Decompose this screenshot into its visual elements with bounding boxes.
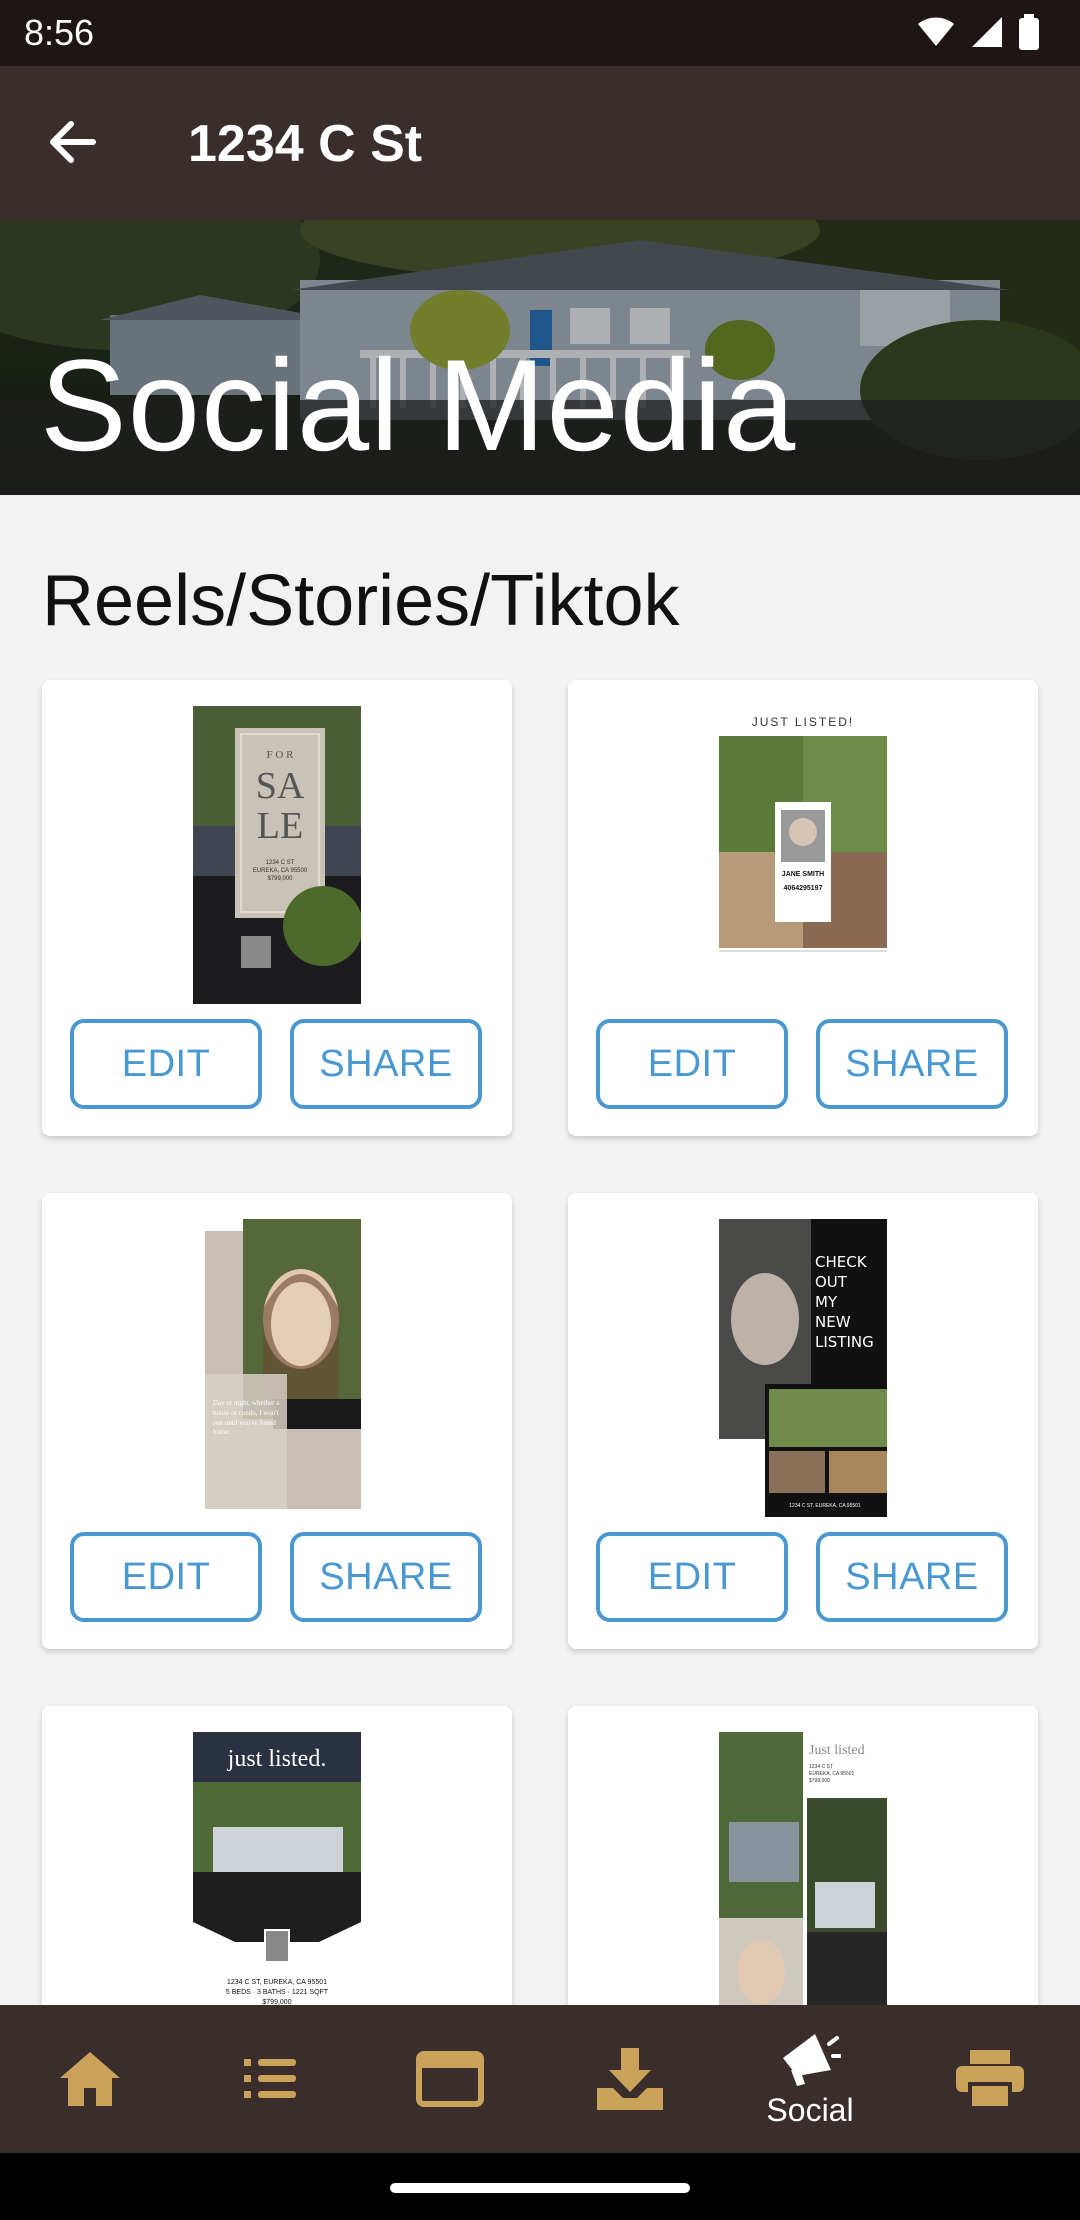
- thumb-quote: Day or night, whether a house or condo, …: [213, 1399, 280, 1437]
- template-thumbnail[interactable]: F O R SA LE 1234 C ST EUREKA, CA 95500 $…: [193, 706, 361, 1004]
- thumb-header: Just listed: [809, 1743, 865, 1758]
- thumb-sa: SA: [256, 765, 305, 807]
- battery-icon: [1019, 14, 1039, 50]
- thumb-city: EUREKA, CA 95501: [809, 1771, 855, 1777]
- template-thumbnail[interactable]: just listed. 1234 C ST, EUREKA, CA 95501…: [193, 1732, 361, 2030]
- share-button[interactable]: SHARE: [816, 1019, 1008, 1109]
- home-icon: [60, 2052, 120, 2106]
- template-thumbnail[interactable]: Day or night, whether a house or condo, …: [193, 1219, 361, 1509]
- thumb-address: 1234 C ST: [809, 1764, 833, 1770]
- thumb-header: just listed.: [227, 1746, 327, 1772]
- edit-button[interactable]: EDIT: [596, 1532, 788, 1622]
- edit-button[interactable]: EDIT: [70, 1019, 262, 1109]
- bottom-nav: Social: [0, 2005, 1080, 2153]
- nav-item-download[interactable]: [540, 2005, 720, 2153]
- gesture-bar: [0, 2153, 1080, 2220]
- hero-banner: Social Media: [0, 220, 1080, 495]
- nav-item-print[interactable]: [900, 2005, 1080, 2153]
- thumb-city: EUREKA, CA 95500: [253, 868, 308, 874]
- template-card: F O R SA LE 1234 C ST EUREKA, CA 95500 $…: [42, 680, 512, 1136]
- template-thumbnail[interactable]: CHECK OUT MY NEW LISTING 1234 C ST, EURE…: [719, 1219, 887, 1517]
- thumb-details: 5 BEDS · 3 BATHS · 1221 SQFT: [226, 1989, 329, 1996]
- status-bar: 8:56: [0, 0, 1080, 66]
- status-time: 8:56: [24, 12, 95, 53]
- browser-window-icon: [416, 2051, 484, 2107]
- arrow-back-icon: [50, 121, 96, 163]
- template-card: Day or night, whether a house or condo, …: [42, 1193, 512, 1649]
- thumb-line3: MY: [815, 1293, 838, 1311]
- thumb-le: LE: [257, 805, 303, 847]
- status-icons: [916, 14, 1040, 50]
- download-icon: [597, 2048, 663, 2110]
- template-thumbnail[interactable]: JUST LISTED! JANE SMITH 4064295197: [719, 706, 887, 1004]
- app-bar: 1234 C St: [0, 66, 1080, 220]
- nav-item-social[interactable]: Social: [720, 2005, 900, 2153]
- template-card: CHECK OUT MY NEW LISTING 1234 C ST, EURE…: [568, 1193, 1038, 1649]
- thumb-line5: LISTING: [815, 1333, 874, 1351]
- list-icon: [244, 2059, 296, 2098]
- nav-label-social: Social: [766, 2091, 854, 2128]
- share-button[interactable]: SHARE: [816, 1532, 1008, 1622]
- back-button[interactable]: [40, 110, 104, 174]
- nav-item-web[interactable]: [360, 2005, 540, 2153]
- thumb-line2: OUT: [815, 1273, 848, 1291]
- signal-icon: [972, 17, 1002, 47]
- edit-button[interactable]: EDIT: [70, 1532, 262, 1622]
- section-title: Reels/Stories/Tiktok: [42, 561, 680, 641]
- edit-button[interactable]: EDIT: [596, 1019, 788, 1109]
- nav-item-home[interactable]: [0, 2005, 180, 2153]
- thumb-for: F O R: [267, 749, 295, 761]
- wifi-icon: [918, 17, 954, 46]
- thumb-address: 1234 C ST, EUREKA, CA 95501: [227, 1979, 327, 1986]
- page-title: 1234 C St: [188, 115, 423, 173]
- template-card: JUST LISTED! JANE SMITH 4064295197 EDIT …: [568, 680, 1038, 1136]
- thumb-line1: CHECK: [815, 1253, 868, 1271]
- share-button[interactable]: SHARE: [290, 1532, 482, 1622]
- thumb-address: 1234 C ST, EUREKA, CA 95501: [789, 1503, 861, 1509]
- nav-item-list[interactable]: [180, 2005, 360, 2153]
- thumb-name: JANE SMITH: [782, 871, 824, 878]
- thumb-phone: 4064295197: [784, 885, 823, 892]
- thumb-price: $799,000: [267, 876, 293, 882]
- home-gesture-handle[interactable]: [390, 2183, 690, 2193]
- thumb-line4: NEW: [815, 1313, 851, 1331]
- thumb-header: JUST LISTED!: [752, 715, 854, 729]
- hero-title: Social Media: [40, 332, 797, 478]
- thumb-price: $799,000: [809, 1778, 830, 1784]
- megaphone-icon: [783, 2033, 841, 2086]
- share-button[interactable]: SHARE: [290, 1019, 482, 1109]
- template-thumbnail[interactable]: Just listed 1234 C ST EUREKA, CA 95501 $…: [719, 1732, 887, 2030]
- thumb-address: 1234 C ST: [266, 860, 295, 866]
- printer-icon: [956, 2050, 1024, 2108]
